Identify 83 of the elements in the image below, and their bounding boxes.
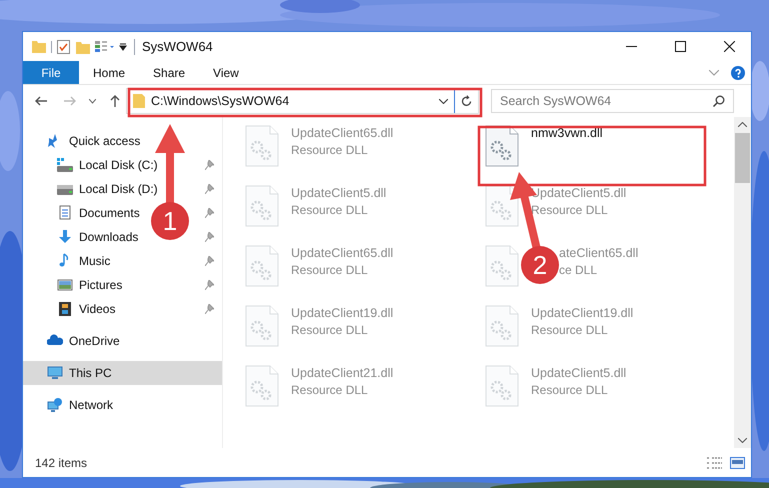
search-icon[interactable] <box>713 95 725 107</box>
gear-file-icon <box>485 365 519 407</box>
pin-icon[interactable] <box>205 184 214 194</box>
sidebar-item[interactable]: Videos <box>79 300 116 318</box>
pin-icon[interactable] <box>205 256 214 266</box>
sidebar-item[interactable]: Music <box>79 252 110 270</box>
sidebar-item[interactable]: Local Disk (D:) <box>79 180 158 198</box>
view-icon[interactable] <box>95 40 115 52</box>
ribbon-tab[interactable]: View <box>199 61 253 84</box>
scroll-up-icon[interactable] <box>738 122 747 127</box>
gear-file-icon <box>245 365 279 407</box>
file-type: Resource DLL <box>531 382 608 399</box>
sidebar-item[interactable]: Documents <box>79 204 140 222</box>
gear-file-icon <box>245 305 279 347</box>
item-label: Network <box>69 397 114 414</box>
chevron-down-icon[interactable] <box>439 98 448 104</box>
computer-icon <box>47 365 63 381</box>
gear-file-icon <box>485 245 519 287</box>
sidebar-item[interactable]: OneDrive <box>23 329 222 353</box>
address-bar[interactable]: C:\Windows\SysWOW64 <box>126 88 479 114</box>
sidebar-item[interactable]: Downloads <box>79 228 138 246</box>
ribbon-tab[interactable]: Share <box>139 61 200 84</box>
file-type: Resource DLL <box>531 202 608 219</box>
gear-file-icon <box>485 125 519 167</box>
refresh-icon[interactable] <box>461 95 472 107</box>
scroll-thumb[interactable] <box>735 133 750 183</box>
file-name[interactable]: nmw3vwn.dll <box>531 125 603 142</box>
close-icon[interactable] <box>724 41 735 52</box>
gear-file-icon <box>245 185 279 227</box>
dropdown-icon[interactable] <box>119 42 127 50</box>
step-badge <box>521 246 559 284</box>
sidebar-item[interactable]: This PC <box>23 361 222 385</box>
sidebar-item[interactable]: Local Disk (C:) <box>79 156 158 174</box>
ribbon-tab[interactable]: Home <box>79 61 140 84</box>
file-tab[interactable]: File <box>23 61 79 84</box>
item-label: This PC <box>69 365 112 382</box>
network-icon <box>47 397 63 413</box>
pin-icon[interactable] <box>205 232 214 242</box>
sidebar-item[interactable]: Quick access <box>23 129 222 153</box>
file-type: Resource DLL <box>291 322 368 339</box>
address-path: C:\Windows\SysWOW64 <box>151 92 290 110</box>
help-icon[interactable] <box>731 66 745 80</box>
gear-file-icon <box>485 305 519 347</box>
drive-icon <box>57 157 73 173</box>
minimize-icon[interactable] <box>626 46 637 48</box>
folder-icon <box>133 94 145 108</box>
pin-icon[interactable] <box>205 208 214 218</box>
sidebar-item[interactable]: Network <box>23 393 222 417</box>
step-number: 1 <box>162 206 178 236</box>
search-field[interactable]: Search SysWOW64 <box>491 89 734 113</box>
sidebar-item[interactable]: Pictures <box>79 276 122 294</box>
gear-file-icon <box>245 245 279 287</box>
properties-icon[interactable] <box>57 40 70 54</box>
item-label: Quick access <box>69 133 140 150</box>
document-icon <box>57 205 73 221</box>
pin-icon[interactable] <box>205 304 214 314</box>
scroll-down-icon[interactable] <box>738 438 747 443</box>
pin-icon[interactable] <box>205 160 214 170</box>
film-icon <box>57 301 73 317</box>
item-label: OneDrive <box>69 333 120 350</box>
step-badge <box>151 202 189 240</box>
file-type: Resource DLL <box>291 382 368 399</box>
download-icon <box>57 229 73 245</box>
thumbnail-view-icon[interactable] <box>730 456 745 468</box>
gear-file-icon <box>245 125 279 167</box>
step-number: 2 <box>532 250 548 280</box>
picture-icon <box>57 277 73 293</box>
gear-file-icon <box>485 185 519 227</box>
file-type: ce DLL <box>559 262 598 279</box>
file-type: Resource DLL <box>291 142 368 159</box>
folder-icon <box>32 40 46 53</box>
file-type: Resource DLL <box>531 322 608 339</box>
file-type: Resource DLL <box>291 202 368 219</box>
chevron-down-icon[interactable] <box>89 98 96 104</box>
scrollbar[interactable] <box>734 117 751 448</box>
back-icon[interactable] <box>35 96 47 106</box>
file-type: Resource DLL <box>291 262 368 279</box>
window-title: SysWOW64 <box>142 38 213 56</box>
details-view-icon[interactable] <box>707 456 722 468</box>
pin-icon[interactable] <box>205 280 214 290</box>
up-icon[interactable] <box>110 95 120 107</box>
maximize-icon[interactable] <box>675 41 686 52</box>
item-count: 142 items <box>35 454 88 472</box>
